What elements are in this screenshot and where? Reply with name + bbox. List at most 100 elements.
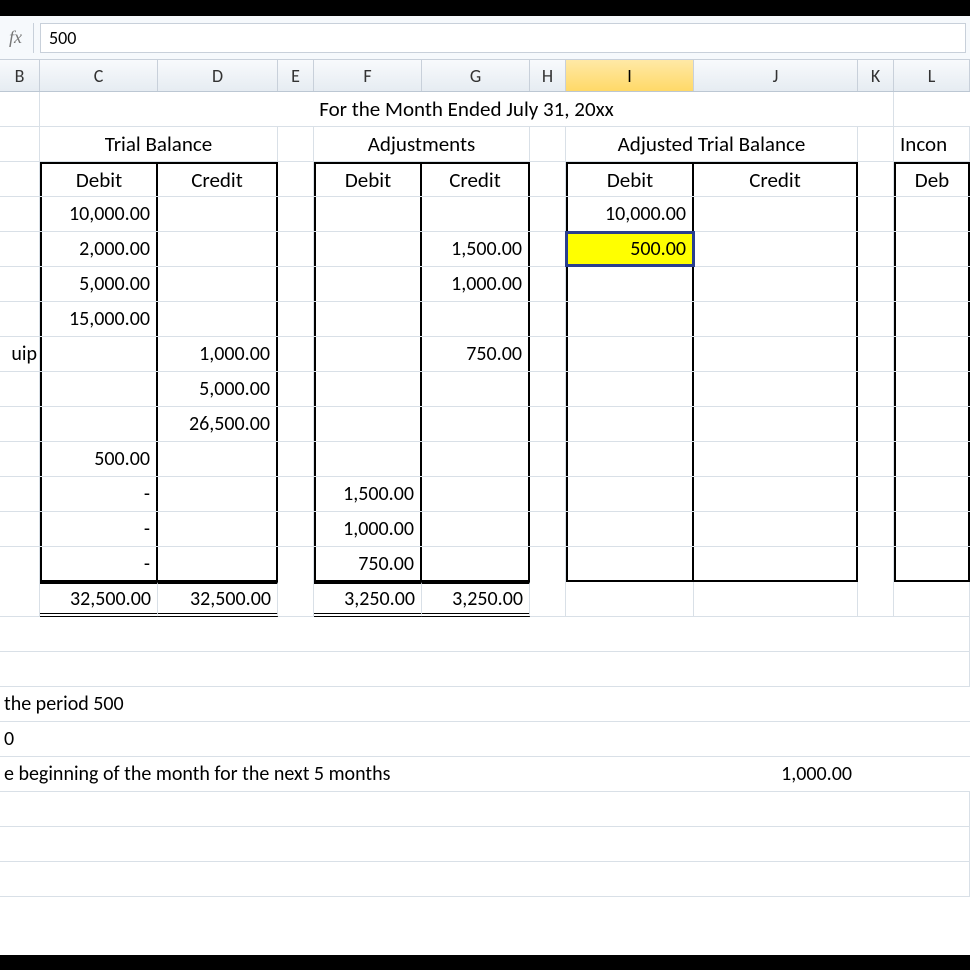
cell[interactable]	[694, 267, 858, 301]
cell[interactable]	[894, 442, 970, 476]
cell[interactable]	[694, 197, 858, 231]
cell[interactable]	[314, 407, 422, 441]
total-D[interactable]: 32,500.00	[158, 582, 278, 617]
cell[interactable]: -	[40, 547, 158, 582]
cell[interactable]	[158, 512, 278, 546]
cell[interactable]	[894, 477, 970, 511]
cell[interactable]	[566, 407, 694, 441]
cell[interactable]	[894, 337, 970, 371]
cell[interactable]	[158, 232, 278, 266]
cell[interactable]	[422, 197, 530, 231]
cell[interactable]	[894, 372, 970, 406]
cell[interactable]	[158, 442, 278, 476]
col-L[interactable]: L	[894, 60, 970, 91]
cell[interactable]	[158, 302, 278, 336]
cell[interactable]	[566, 302, 694, 336]
col-J[interactable]: J	[694, 60, 858, 91]
cell[interactable]: 1,500.00	[314, 477, 422, 511]
cell[interactable]	[314, 197, 422, 231]
cell[interactable]	[566, 267, 694, 301]
total-C[interactable]: 32,500.00	[40, 582, 158, 617]
col-G[interactable]: G	[422, 60, 530, 91]
cell[interactable]: 5,000.00	[40, 267, 158, 301]
spreadsheet-grid[interactable]: For the Month Ended July 31, 20xx Trial …	[0, 92, 970, 941]
selected-cell[interactable]: 500.00	[566, 232, 694, 266]
col-I[interactable]: I	[566, 60, 694, 91]
total-F[interactable]: 3,250.00	[314, 582, 422, 617]
cell[interactable]	[314, 267, 422, 301]
cell[interactable]	[694, 302, 858, 336]
fx-icon[interactable]: fx	[4, 23, 34, 53]
cell[interactable]	[566, 442, 694, 476]
cell[interactable]: 1,500.00	[422, 232, 530, 266]
cell[interactable]: 750.00	[422, 337, 530, 371]
cell[interactable]	[422, 302, 530, 336]
col-E[interactable]: E	[278, 60, 314, 91]
col-B[interactable]: B	[0, 60, 40, 91]
cell[interactable]	[694, 407, 858, 441]
col-K[interactable]: K	[858, 60, 894, 91]
cell[interactable]	[566, 512, 694, 546]
cell[interactable]	[422, 407, 530, 441]
row-label	[0, 302, 40, 336]
cell[interactable]: -	[40, 477, 158, 511]
column-headers[interactable]: B C D E F G H I J K L	[0, 60, 970, 92]
cell[interactable]: 10,000.00	[40, 197, 158, 231]
cell[interactable]	[894, 302, 970, 336]
cell[interactable]	[422, 477, 530, 511]
cell[interactable]	[40, 337, 158, 371]
cell[interactable]: 5,000.00	[158, 372, 278, 406]
cell[interactable]	[314, 232, 422, 266]
cell[interactable]	[40, 372, 158, 406]
cell[interactable]: 2,000.00	[40, 232, 158, 266]
cell[interactable]	[314, 337, 422, 371]
cell[interactable]	[422, 547, 530, 582]
col-D[interactable]: D	[158, 60, 278, 91]
cell[interactable]	[894, 512, 970, 546]
cell[interactable]: 1,000.00	[422, 267, 530, 301]
cell[interactable]	[694, 477, 858, 511]
note-3-value[interactable]: 1,000.00	[694, 762, 858, 786]
col-H[interactable]: H	[530, 60, 566, 91]
cell[interactable]	[422, 372, 530, 406]
cell[interactable]	[314, 372, 422, 406]
cell[interactable]	[158, 197, 278, 231]
cell[interactable]	[694, 547, 858, 582]
cell[interactable]	[694, 372, 858, 406]
cell[interactable]	[694, 442, 858, 476]
cell[interactable]	[422, 442, 530, 476]
cell[interactable]	[566, 477, 694, 511]
cell[interactable]	[566, 547, 694, 582]
cell[interactable]	[566, 337, 694, 371]
cell[interactable]	[314, 302, 422, 336]
col-F[interactable]: F	[314, 60, 422, 91]
cell[interactable]	[894, 232, 970, 266]
cell[interactable]	[694, 337, 858, 371]
cell[interactable]	[40, 407, 158, 441]
cell[interactable]	[894, 197, 970, 231]
cell[interactable]	[158, 477, 278, 511]
cell[interactable]: 500.00	[40, 442, 158, 476]
cell[interactable]: 1,000.00	[158, 337, 278, 371]
cell[interactable]	[694, 512, 858, 546]
cell[interactable]	[894, 547, 970, 582]
cell[interactable]	[694, 232, 858, 266]
cell[interactable]	[566, 372, 694, 406]
cell[interactable]: -	[40, 512, 158, 546]
cell[interactable]	[314, 442, 422, 476]
cell[interactable]: 26,500.00	[158, 407, 278, 441]
cell[interactable]	[422, 512, 530, 546]
cell[interactable]	[158, 267, 278, 301]
cell[interactable]	[158, 547, 278, 582]
cell[interactable]: 15,000.00	[40, 302, 158, 336]
cell[interactable]: 750.00	[314, 547, 422, 582]
cell[interactable]	[894, 407, 970, 441]
formula-input[interactable]: 500	[40, 23, 966, 53]
cell[interactable]: 1,000.00	[314, 512, 422, 546]
col-C[interactable]: C	[40, 60, 158, 91]
total-G[interactable]: 3,250.00	[422, 582, 530, 617]
cell[interactable]	[894, 267, 970, 301]
cell[interactable]: 10,000.00	[566, 197, 694, 231]
note-1: the period 500	[0, 692, 124, 716]
adj-debit: Debit	[314, 162, 422, 196]
